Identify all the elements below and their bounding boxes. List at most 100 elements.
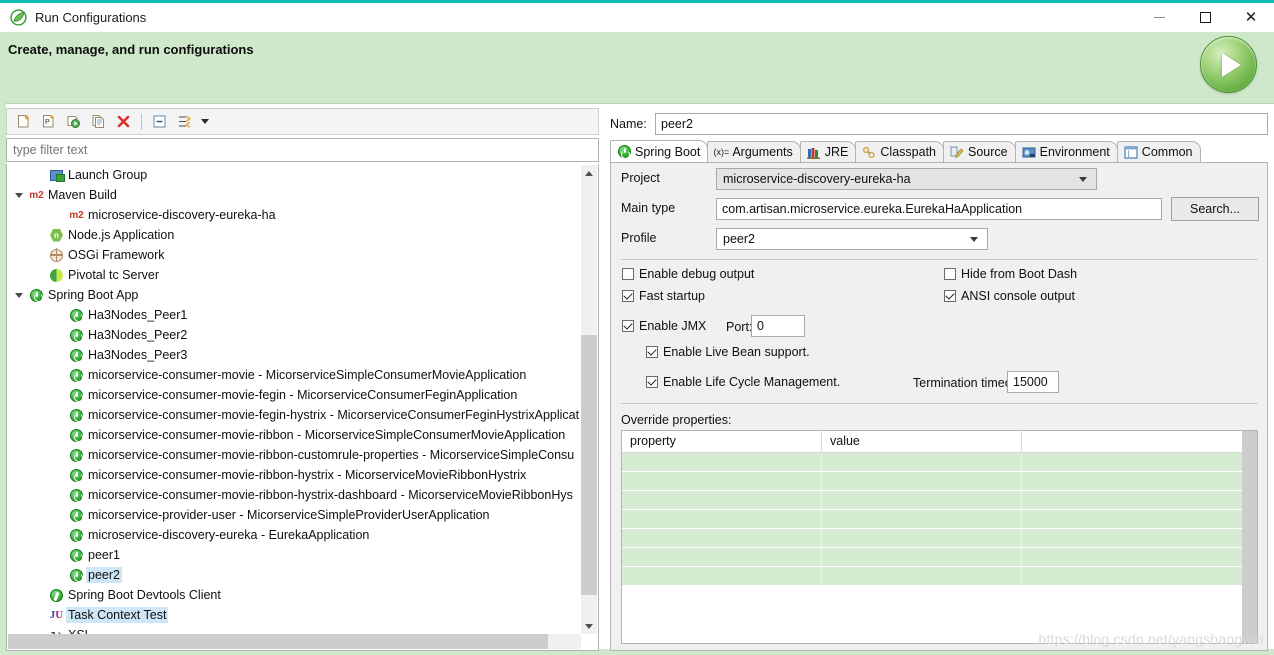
enable-debug-output-checkbox[interactable]: Enable debug output [622,267,754,281]
table-cell[interactable] [1022,529,1244,547]
termination-timeout-input[interactable]: 15000 [1007,371,1059,393]
table-row[interactable] [622,472,1257,491]
table-body[interactable] [622,453,1257,586]
delete-configuration-icon[interactable] [112,111,135,132]
tree-item[interactable]: Ha3Nodes_Peer1 [7,305,582,325]
tree-item[interactable]: m2 Maven Build [7,185,582,205]
override-properties-table[interactable]: property value [621,430,1258,644]
scroll-down-arrow-icon[interactable] [581,618,597,634]
tree-item[interactable]: peer2 [7,565,582,585]
tree-item[interactable]: micorservice-consumer-movie-fegin-hystri… [7,405,582,425]
tree-item[interactable]: Pivotal tc Server [7,265,582,285]
search-button[interactable]: Search... [1171,197,1259,221]
tab-source[interactable]: Source [943,141,1016,162]
tree-item[interactable]: Ha3Nodes_Peer2 [7,325,582,345]
chevron-down-icon[interactable] [198,111,212,132]
table-cell[interactable] [622,529,822,547]
project-combobox[interactable]: microservice-discovery-eureka-ha [716,168,1097,190]
table-cell[interactable] [622,510,822,528]
table-cell[interactable] [1022,472,1244,490]
tab-arguments[interactable]: (x)= Arguments [707,141,801,162]
table-cell[interactable] [822,529,1022,547]
tab-spring-boot[interactable]: Spring Boot [610,140,709,162]
tab-jre[interactable]: JRE [799,141,857,162]
table-cell[interactable] [1022,453,1244,471]
tree-item[interactable]: micorservice-consumer-movie-ribbon-custo… [7,445,582,465]
table-cell[interactable] [622,548,822,566]
minimize-button[interactable] [1136,3,1182,32]
run-button[interactable] [1200,36,1257,93]
table-cell[interactable] [622,491,822,509]
tree-item[interactable]: microservice-discovery-eureka - EurekaAp… [7,525,582,545]
profile-combobox[interactable]: peer2 [716,228,988,250]
table-cell[interactable] [822,510,1022,528]
table-row[interactable] [622,453,1257,472]
table-cell[interactable] [822,472,1022,490]
filter-launch-configurations-icon[interactable] [173,111,196,132]
table-cell[interactable] [622,567,822,585]
maximize-button[interactable] [1182,3,1228,32]
table-cell[interactable] [822,567,1022,585]
column-header[interactable]: value [822,431,1022,452]
collapse-all-icon[interactable] [148,111,171,132]
export-configuration-icon[interactable] [62,111,85,132]
search-input[interactable] [7,139,598,161]
tree-vertical-scrollbar[interactable] [581,165,597,634]
table-row[interactable] [622,548,1257,567]
table-row[interactable] [622,529,1257,548]
fast-startup-checkbox[interactable]: Fast startup [622,289,705,303]
new-prototype-icon[interactable]: P [37,111,60,132]
table-cell[interactable] [822,453,1022,471]
column-header[interactable]: property [622,431,822,452]
table-cell[interactable] [822,491,1022,509]
tree-item[interactable]: micorservice-consumer-movie-ribbon - Mic… [7,425,582,445]
scroll-up-arrow-icon[interactable] [581,165,597,181]
enable-life-cycle-checkbox[interactable]: Enable Life Cycle Management. [646,375,840,389]
chevron-down-icon[interactable] [11,192,27,198]
ansi-console-output-checkbox[interactable]: ANSI console output [944,289,1075,303]
enable-live-bean-checkbox[interactable]: Enable Live Bean support. [646,345,810,359]
tree-item[interactable]: micorservice-consumer-movie-ribbon-hystr… [7,485,582,505]
chevron-down-icon[interactable] [11,292,27,298]
table-cell[interactable] [1022,548,1244,566]
port-input[interactable]: 0 [751,315,805,337]
tree-item[interactable]: OSGi Framework [7,245,582,265]
table-row[interactable] [622,491,1257,510]
table-cell[interactable] [622,472,822,490]
hide-from-boot-dash-checkbox[interactable]: Hide from Boot Dash [944,267,1077,281]
tab-environment[interactable]: Environment [1014,141,1118,162]
duplicate-configuration-icon[interactable] [87,111,110,132]
table-row[interactable] [622,567,1257,586]
enable-jmx-checkbox[interactable]: Enable JMX [622,319,706,333]
close-button[interactable]: ✕ [1228,3,1274,32]
tree-item[interactable]: micorservice-consumer-movie-fegin - Mico… [7,385,582,405]
name-field-wrapper[interactable] [655,113,1268,135]
tree-item[interactable]: Spring Boot App [7,285,582,305]
tree-item[interactable]: m2 microservice-discovery-eureka-ha [7,205,582,225]
table-cell[interactable] [1022,491,1244,509]
tree-item[interactable]: micorservice-consumer-movie-ribbon-hystr… [7,465,582,485]
configurations-tree[interactable]: Launch Group m2 Maven Build m2 microservice-… [7,164,582,634]
tab-common[interactable]: Common [1116,141,1201,162]
tree-item[interactable]: Ha3Nodes_Peer3 [7,345,582,365]
table-cell[interactable] [1022,567,1244,585]
new-configuration-icon[interactable] [12,111,35,132]
tree-item[interactable]: micorservice-consumer-movie - Micorservi… [7,365,582,385]
tree-item[interactable]: micorservice-provider-user - Micorservic… [7,505,582,525]
tree-item[interactable]: peer1 [7,545,582,565]
table-cell[interactable] [1022,510,1244,528]
tree-horizontal-scrollbar[interactable] [8,634,581,649]
table-cell[interactable] [622,453,822,471]
main-type-input[interactable]: com.artisan.microservice.eureka.EurekaHa… [716,198,1162,220]
table-cell[interactable] [822,548,1022,566]
vertical-scroll-thumb[interactable] [581,335,597,595]
configuration-tabs[interactable]: Spring Boot (x)= Arguments JRE Classpath Sour… [610,140,1268,162]
name-input[interactable] [656,114,1267,134]
tree-item[interactable]: JU Task Context Test [7,605,582,625]
table-row[interactable] [622,510,1257,529]
table-scroll-thumb[interactable] [1242,431,1257,643]
horizontal-scroll-thumb[interactable] [8,634,548,649]
column-header[interactable] [1022,431,1244,452]
tab-classpath[interactable]: Classpath [855,141,944,162]
tree-item[interactable]: Spring Boot Devtools Client [7,585,582,605]
